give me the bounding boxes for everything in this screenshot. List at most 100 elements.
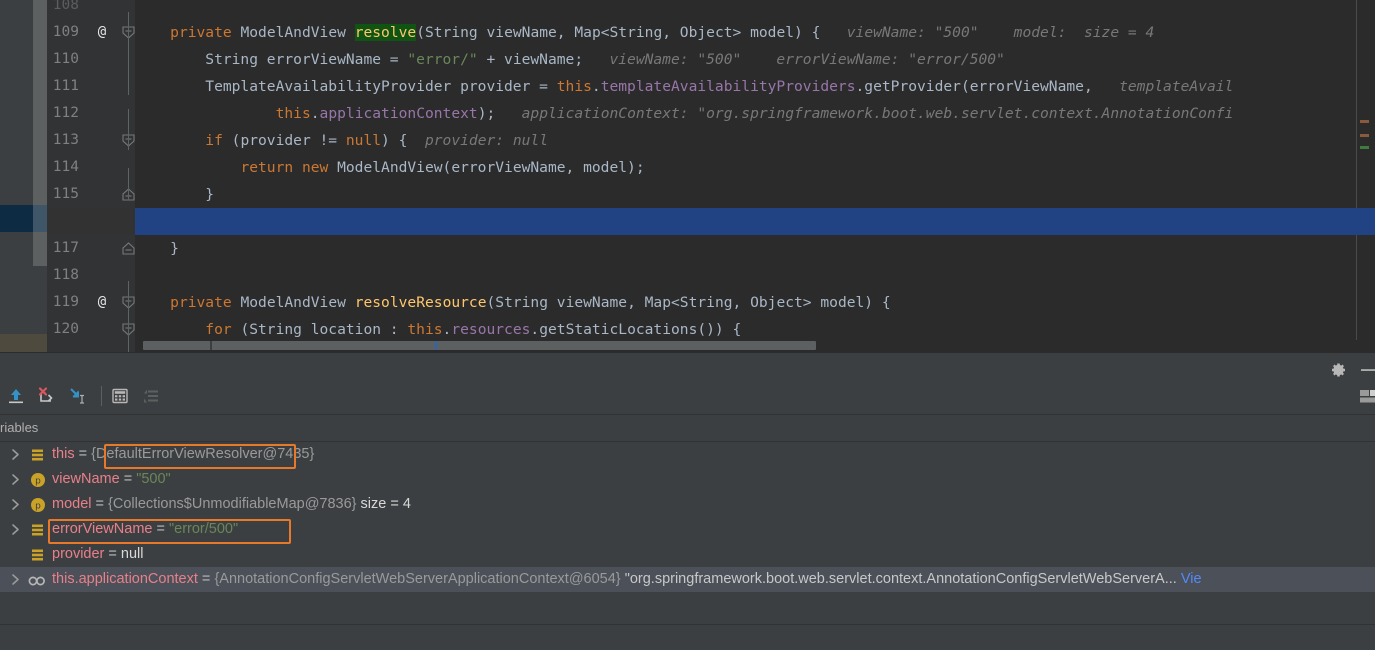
debugger-panel[interactable]: riables this = {DefaultErrorViewResolver… — [0, 352, 1375, 650]
variable-name: viewName — [52, 471, 120, 487]
code-line[interactable]: } — [135, 235, 1375, 262]
minimize-icon[interactable] — [1354, 356, 1375, 384]
line-number[interactable]: 108 — [33, 0, 79, 19]
current-line-selection — [135, 208, 1375, 235]
variable-equals: = — [74, 446, 92, 462]
error-stripe-mark[interactable] — [1360, 134, 1369, 137]
variable-row[interactable]: this = {DefaultErrorViewResolver@7435} — [0, 442, 1375, 467]
scrollbar-tick-current — [435, 341, 437, 350]
watch-icon — [28, 572, 45, 588]
field-icon — [30, 447, 46, 463]
code-editor[interactable]: 108109110111112113114115116117118119120 … — [0, 0, 1375, 352]
layout-icon[interactable] — [1354, 383, 1375, 411]
variables-tab-title[interactable]: riables — [0, 415, 38, 441]
field-icon — [30, 522, 46, 538]
variables-tree[interactable]: this = {DefaultErrorViewResolver@7435} p v… — [0, 442, 1375, 624]
variable-row[interactable]: errorViewName = "error/500" — [0, 517, 1375, 542]
panel-top-divider — [0, 352, 1375, 353]
line-number[interactable]: 110 — [33, 46, 79, 73]
toolbar-bottom-divider — [0, 414, 1375, 415]
annotation-gutter-marker[interactable]: @ — [94, 289, 110, 316]
variable-string-value: "org.springframework.boot.web.servlet.co… — [624, 571, 1177, 587]
code-content-area[interactable]: private ModelAndView resolve(String view… — [135, 0, 1375, 352]
fold-connector-line — [128, 109, 129, 150]
code-line[interactable]: this.applicationContext); applicationCon… — [135, 100, 1375, 127]
fold-collapse-icon[interactable] — [122, 242, 135, 255]
variable-string-value: "500" — [136, 471, 171, 487]
line-number[interactable]: 115 — [33, 181, 79, 208]
variable-equals: = — [152, 521, 169, 537]
code-line[interactable]: String errorViewName = "error/" + viewNa… — [135, 46, 1375, 73]
view-link[interactable]: Vie — [1181, 571, 1202, 587]
chevron-right-icon[interactable] — [8, 442, 24, 467]
code-folding-column[interactable] — [122, 0, 136, 352]
svg-text:p: p — [35, 477, 41, 487]
chevron-right-icon[interactable] — [8, 492, 24, 517]
variable-extra-value: size = 4 — [360, 496, 411, 512]
editor-horizontal-scrollbar-thumb[interactable] — [143, 341, 816, 350]
variable-reference: {Collections$UnmodifiableMap@7836} — [108, 496, 357, 512]
variable-name: provider — [52, 546, 105, 562]
chevron-right-icon[interactable] — [8, 467, 24, 492]
line-number[interactable]: 113 — [33, 127, 79, 154]
code-line[interactable]: } — [135, 181, 1375, 208]
line-number[interactable]: 112 — [33, 100, 79, 127]
line-number[interactable]: 117 — [33, 235, 79, 262]
variable-row[interactable]: provider = null — [0, 542, 1375, 567]
line-number[interactable]: 118 — [33, 262, 79, 289]
annotation-gutter-marker[interactable]: @ — [94, 19, 110, 46]
code-line[interactable]: private ModelAndView resolveResource(Str… — [135, 289, 1375, 316]
code-line[interactable]: private ModelAndView resolve(String view… — [135, 19, 1375, 46]
variable-text: this.applicationContext = {AnnotationCon… — [52, 567, 1202, 592]
variable-equals: = — [91, 496, 109, 512]
variable-row[interactable]: p model = {Collections$UnmodifiableMap@78… — [0, 492, 1375, 517]
variable-extra-value: null — [120, 546, 144, 562]
parameter-icon: p — [30, 472, 46, 488]
error-stripe-mark[interactable] — [1360, 120, 1369, 123]
variable-row[interactable]: this.applicationContext = {AnnotationCon… — [0, 567, 1375, 592]
sort-values-icon[interactable] — [138, 382, 166, 410]
variable-reference: {DefaultErrorViewResolver@7435} — [91, 446, 315, 462]
variable-name: this — [52, 446, 75, 462]
debugger-toolbar[interactable] — [0, 363, 1375, 414]
line-number[interactable]: 120 — [33, 316, 79, 343]
parameter-icon: p — [30, 497, 46, 513]
variable-text: model = {Collections$UnmodifiableMap@783… — [52, 492, 411, 517]
variable-equals: = — [197, 571, 215, 587]
code-line[interactable]: return new ModelAndView(errorViewName, m… — [135, 154, 1375, 181]
line-number[interactable]: 111 — [33, 73, 79, 100]
variable-reference: {AnnotationConfigServletWebServerApplica… — [214, 571, 621, 587]
chevron-right-icon[interactable] — [8, 517, 24, 542]
evaluate-expression-icon[interactable] — [106, 382, 134, 410]
variable-text: viewName = "500" — [52, 467, 171, 492]
line-number[interactable]: 114 — [33, 154, 79, 181]
variable-name: errorViewName — [52, 521, 153, 537]
scrollbar-tick — [210, 341, 212, 350]
panel-bottom-strip — [0, 624, 1375, 650]
variable-row[interactable]: p viewName = "500" — [0, 467, 1375, 492]
field-icon — [30, 547, 46, 563]
variable-equals: = — [104, 546, 121, 562]
current-line-gutter-highlight — [47, 208, 135, 235]
code-line[interactable]: for (String location : this.resources.ge… — [135, 316, 1375, 343]
step-out-icon[interactable] — [2, 382, 30, 410]
code-line[interactable]: if (provider != null) { provider: null — [135, 127, 1375, 154]
fold-connector-line — [128, 12, 129, 95]
error-stripe-mark[interactable] — [1360, 146, 1369, 149]
settings-gear-icon[interactable] — [1324, 356, 1352, 384]
svg-text:p: p — [35, 502, 41, 512]
drop-frame-icon[interactable] — [32, 382, 60, 410]
right-margin-guide — [1356, 0, 1357, 352]
fold-connector-line — [128, 168, 129, 200]
code-line[interactable] — [135, 0, 1375, 19]
line-number[interactable]: 119 — [33, 289, 79, 316]
variable-name: model — [52, 496, 92, 512]
fold-connector-line — [128, 281, 129, 352]
force-step-into-icon[interactable] — [62, 382, 90, 410]
line-number[interactable]: 109 — [33, 19, 79, 46]
toolbar-separator — [101, 386, 102, 406]
chevron-right-icon[interactable] — [8, 567, 24, 592]
code-line[interactable] — [135, 262, 1375, 289]
code-line[interactable]: TemplateAvailabilityProvider provider = … — [135, 73, 1375, 100]
editor-horizontal-scrollbar[interactable] — [135, 340, 1375, 352]
